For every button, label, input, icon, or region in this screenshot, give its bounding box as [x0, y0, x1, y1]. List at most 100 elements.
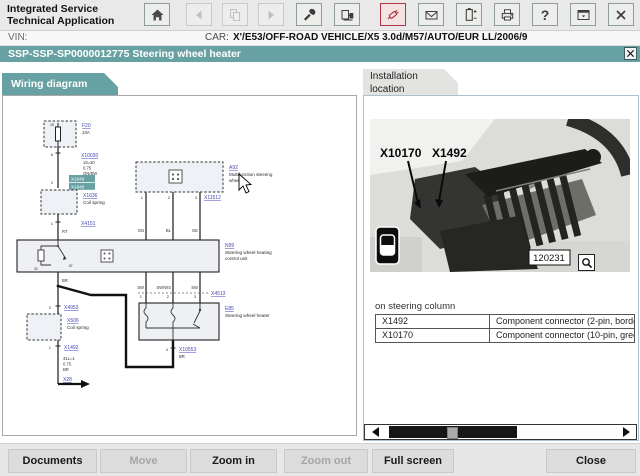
- connector-desc: Component connector (10-pin, green): [496, 330, 634, 340]
- pin-number: 1: [51, 221, 54, 226]
- forward-button: [258, 3, 284, 26]
- home-icon: [151, 9, 163, 20]
- connector-link-x4151[interactable]: X4151: [81, 221, 96, 227]
- wire-color-bl: BL: [166, 228, 172, 233]
- mfsw-name-line1: Multifunction steering: [229, 172, 273, 177]
- zoom-out-button: Zoom out: [284, 449, 368, 473]
- coil-spring-upper-link[interactable]: X1636: [83, 193, 98, 199]
- vehicle-bar: VIN: CAR: X'/E53/OFF-ROAD VEHICLE/X5 3.0…: [0, 31, 640, 46]
- wire-color-br2: BR: [179, 354, 185, 359]
- tab-installation-location[interactable]: Installation location: [363, 69, 458, 96]
- coil-spring-lower-link[interactable]: X506: [67, 318, 79, 324]
- close-icon: [626, 49, 635, 58]
- scrollbar-track-filled[interactable]: [389, 426, 517, 439]
- print-button[interactable]: [494, 3, 520, 26]
- wiring-diagram: 15 F20 10A 6 X10030 15=20 0.75 GN/BW 2 X…: [16, 120, 273, 388]
- vin-label: VIN:: [8, 32, 28, 43]
- printer-icon: [501, 8, 513, 20]
- pin-number: 3: [195, 195, 198, 200]
- mail-button[interactable]: [418, 3, 444, 26]
- coil-spring-upper-name: Coil spring: [83, 200, 105, 205]
- wire-color-br: BR: [62, 278, 68, 283]
- control-unit-ref-link[interactable]: N99: [225, 243, 234, 249]
- wire-color-ge: GE: [192, 228, 198, 233]
- tab-wiring-diagram[interactable]: Wiring diagram: [2, 73, 118, 96]
- main-toolbar: Integrated Service Technical Application…: [0, 0, 640, 31]
- fuse-ref-link[interactable]: F20: [82, 123, 91, 129]
- installation-location-photo: X10170 X1492 120231: [370, 119, 630, 272]
- wire-color-rt: RT: [62, 229, 68, 234]
- battery-button[interactable]: [456, 3, 482, 26]
- wire-color-swws: SW/WS: [156, 285, 171, 290]
- table-row[interactable]: X10170 Component connector (10-pin, gree…: [376, 328, 634, 342]
- multifunction-steering-wheel-box: [135, 161, 224, 193]
- heater-ref-link[interactable]: E85: [225, 306, 234, 312]
- connector-link-x10030[interactable]: X10030: [81, 153, 98, 159]
- window-minimize-button[interactable]: [570, 3, 596, 26]
- help-icon: ?: [540, 6, 550, 23]
- connector-desc: Component connector (2-pin, bordeaux): [496, 316, 634, 326]
- image-number-box: 120231: [528, 249, 571, 266]
- close-button[interactable]: Close: [546, 449, 636, 473]
- connector-link-x4513[interactable]: X4513: [211, 291, 226, 297]
- fuse-box: [43, 120, 77, 148]
- svg-text:0.75: 0.75: [83, 166, 92, 171]
- pin-number: 3: [194, 294, 197, 299]
- pin-number: 2: [168, 195, 171, 200]
- wire-color-gn: GN: [138, 228, 144, 233]
- copy-document-icon: [230, 8, 240, 21]
- control-unit-name-line1: Steering wheel heating: [225, 250, 272, 255]
- image-number: 120231: [533, 253, 565, 264]
- scroll-right-button[interactable]: [618, 425, 636, 439]
- connector-table: X1492 Component connector (2-pin, bordea…: [375, 314, 635, 343]
- connection-alert-button[interactable]: [380, 3, 406, 26]
- highlight-connector-2[interactable]: X1848: [71, 184, 85, 189]
- battery-icon: [465, 8, 476, 21]
- svg-text:0.75: 0.75: [63, 362, 72, 367]
- connector-link-x11512[interactable]: X11512: [204, 195, 221, 201]
- steering-wheel-heater-box: [138, 302, 220, 341]
- document-close-button[interactable]: [624, 47, 637, 60]
- mfsw-ref-link[interactable]: A92: [229, 165, 238, 171]
- window-minimize-icon: [577, 9, 589, 20]
- document-title: SSP-SSP-SP0000012775 Steering wheel heat…: [8, 48, 241, 60]
- fuse-rating: 10A: [82, 130, 90, 135]
- scrollbar-thumb[interactable]: [447, 427, 458, 439]
- photo-label-x10170: X10170: [380, 146, 422, 160]
- full-screen-button[interactable]: Full screen: [372, 449, 454, 473]
- heating-control-unit-box: [16, 239, 220, 273]
- move-button: Move: [100, 449, 187, 473]
- table-row[interactable]: X1492 Component connector (2-pin, bordea…: [376, 315, 634, 328]
- tab-installation-line1: Installation: [370, 71, 418, 82]
- coil-spring-box-upper: [40, 189, 78, 215]
- pin-number: 4: [166, 347, 169, 352]
- back-arrow-icon: [196, 10, 202, 19]
- connector-link-x4953[interactable]: X4953: [64, 305, 79, 311]
- search-highlighted-connectors[interactable]: X1849 X1848: [69, 175, 95, 190]
- workshop-tools-button[interactable]: [296, 3, 322, 26]
- photo-zoom-button[interactable]: [578, 254, 595, 271]
- close-app-button[interactable]: [608, 3, 634, 26]
- home-button[interactable]: [144, 3, 170, 26]
- wire-spec-2: 31L=1 0.75 BR: [63, 356, 75, 372]
- pin-number: 1: [140, 294, 143, 299]
- highlight-connector-1[interactable]: X1849: [71, 177, 85, 182]
- forward-arrow-icon: [268, 10, 274, 19]
- back-button: [186, 3, 212, 26]
- connector-link-x10553[interactable]: X10553: [179, 347, 196, 353]
- ground-point-link[interactable]: X28: [63, 377, 72, 383]
- documents-button[interactable]: Documents: [8, 449, 97, 473]
- svg-text:BR: BR: [63, 367, 69, 372]
- fuse-terminal-label: 15: [50, 123, 54, 127]
- connector-link-x1492[interactable]: X1492: [64, 345, 79, 351]
- horizontal-scrollbar[interactable]: [364, 424, 637, 440]
- pin-number: 6: [51, 152, 54, 157]
- diagnostic-device-icon: [341, 9, 353, 20]
- zoom-in-button[interactable]: Zoom in: [190, 449, 277, 473]
- diagnostic-device-button[interactable]: [334, 3, 360, 26]
- help-button[interactable]: ?: [532, 3, 558, 26]
- bottom-button-bar: Documents Move Zoom in Zoom out Full scr…: [0, 443, 640, 476]
- location-caption: on steering column: [375, 301, 456, 312]
- document-title-bar: SSP-SSP-SP0000012775 Steering wheel heat…: [0, 46, 640, 62]
- scroll-left-button[interactable]: [365, 425, 383, 439]
